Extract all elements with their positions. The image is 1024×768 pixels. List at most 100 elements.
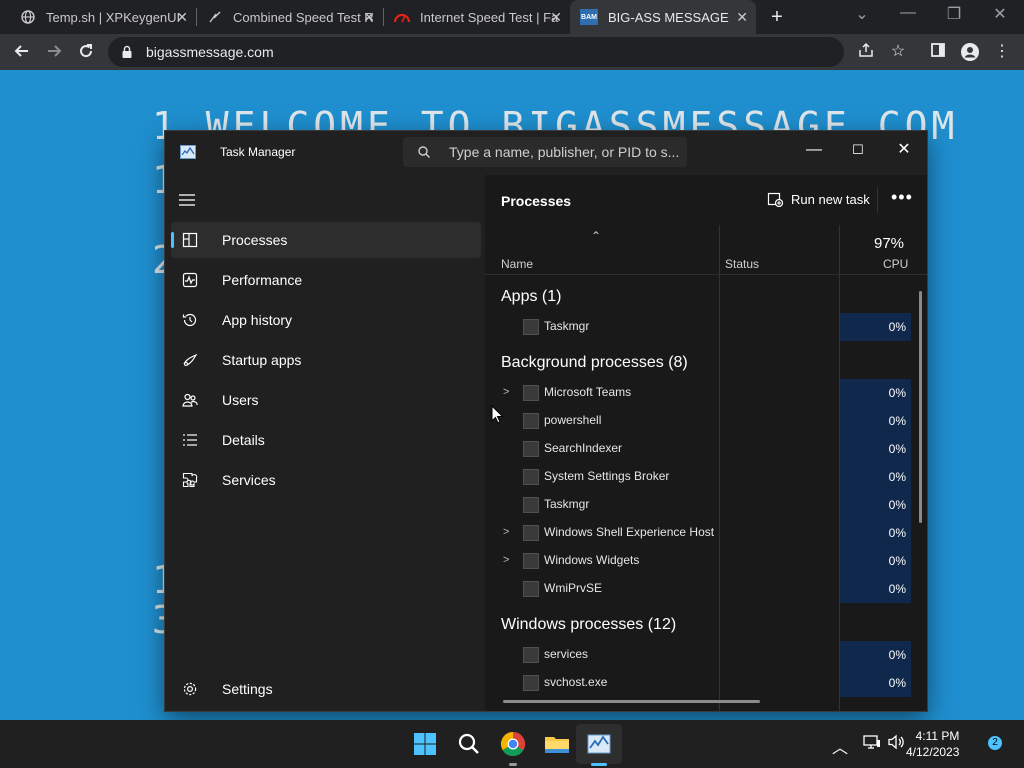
browser-restore-button[interactable]: ❐ bbox=[934, 4, 974, 24]
column-header-status[interactable]: Status bbox=[725, 257, 759, 271]
nav-item-startup-apps[interactable]: Startup apps bbox=[171, 342, 481, 378]
search-placeholder: Type a name, publisher, or PID to s... bbox=[449, 144, 680, 160]
running-indicator bbox=[509, 763, 517, 766]
table-row[interactable]: > Microsoft Teams 0% bbox=[485, 379, 927, 407]
tab-search-chevron-icon[interactable]: ⌄ bbox=[842, 4, 882, 24]
reload-icon[interactable] bbox=[76, 42, 96, 62]
file-explorer-icon[interactable] bbox=[543, 730, 571, 758]
group-header-windows[interactable]: Windows processes (12) bbox=[501, 616, 676, 634]
nav-item-performance[interactable]: Performance bbox=[171, 262, 481, 298]
horizontal-scrollbar[interactable] bbox=[503, 700, 760, 703]
task-manager-titlebar: Task Manager Type a name, publisher, or … bbox=[165, 131, 927, 175]
chrome-icon[interactable] bbox=[499, 730, 527, 758]
nav-item-details[interactable]: Details bbox=[171, 422, 481, 458]
group-header-apps[interactable]: Apps (1) bbox=[501, 288, 561, 306]
browser-minimize-button[interactable]: — bbox=[888, 4, 928, 22]
share-icon[interactable] bbox=[856, 42, 876, 62]
bookmark-star-icon[interactable]: ☆ bbox=[888, 42, 908, 62]
table-row[interactable]: WmiPrvSE 0% bbox=[485, 575, 927, 603]
sort-chevron-up-icon[interactable]: ⌃ bbox=[591, 229, 601, 243]
side-panel-icon[interactable] bbox=[928, 42, 948, 62]
group-header-background[interactable]: Background processes (8) bbox=[501, 354, 688, 372]
profile-icon[interactable] bbox=[960, 42, 980, 62]
table-row[interactable]: System Settings Broker 0% bbox=[485, 463, 927, 491]
task-manager-app-icon bbox=[180, 145, 196, 159]
chevron-up-icon[interactable]: ︿ bbox=[832, 734, 848, 758]
lock-icon bbox=[122, 45, 132, 58]
cpu-cell: 0% bbox=[840, 669, 911, 697]
processes-icon bbox=[181, 231, 199, 249]
cpu-cell: 0% bbox=[840, 575, 911, 603]
search-icon bbox=[418, 146, 430, 158]
forward-arrow-icon[interactable] bbox=[44, 42, 64, 62]
nav-item-users[interactable]: Users bbox=[171, 382, 481, 418]
new-tab-button[interactable]: + bbox=[766, 6, 788, 29]
nav-item-settings[interactable]: Settings bbox=[171, 671, 481, 707]
process-icon bbox=[523, 413, 539, 429]
cpu-cell: 0% bbox=[840, 491, 911, 519]
menu-kebab-icon[interactable]: ⋮ bbox=[992, 42, 1012, 62]
process-name: SearchIndexer bbox=[544, 441, 623, 455]
tab-title: Combined Speed Test R bbox=[233, 9, 373, 25]
search-icon[interactable] bbox=[455, 730, 483, 758]
process-icon bbox=[523, 553, 539, 569]
table-row[interactable]: svchost.exe 0% bbox=[485, 669, 927, 697]
vertical-scrollbar[interactable] bbox=[919, 291, 922, 523]
notification-badge[interactable]: 2 bbox=[988, 736, 1002, 750]
back-arrow-icon[interactable] bbox=[12, 42, 32, 62]
windows-start-icon[interactable] bbox=[411, 730, 439, 758]
column-header-cpu[interactable]: CPU bbox=[883, 257, 908, 271]
table-row[interactable]: > Windows Widgets 0% bbox=[485, 547, 927, 575]
browser-close-button[interactable]: ✕ bbox=[980, 4, 1020, 24]
nav-item-services[interactable]: Services bbox=[171, 462, 481, 498]
tab-big-ass-message[interactable]: BAM BIG-ASS MESSAGE ✕ bbox=[570, 0, 756, 34]
volume-icon[interactable] bbox=[888, 734, 906, 750]
tab-combined-speed-test[interactable]: Combined Speed Test R ✕ bbox=[197, 0, 383, 34]
mouse-cursor-icon bbox=[491, 405, 504, 424]
nav-item-label: Startup apps bbox=[222, 352, 302, 368]
divider bbox=[877, 187, 878, 213]
table-row[interactable]: powershell 0% bbox=[485, 407, 927, 435]
hamburger-menu-icon[interactable] bbox=[179, 193, 197, 207]
tab-temp-sh[interactable]: Temp.sh | XPKeygenUI ✕ bbox=[0, 0, 196, 34]
process-icon bbox=[523, 647, 539, 663]
table-row[interactable]: > Windows Shell Experience Host 0% bbox=[485, 519, 927, 547]
maximize-button[interactable]: ☐ bbox=[838, 137, 878, 163]
table-row[interactable]: SearchIndexer 0% bbox=[485, 435, 927, 463]
minimize-button[interactable]: — bbox=[794, 137, 834, 163]
table-row[interactable]: Taskmgr 0% bbox=[485, 313, 927, 341]
nav-item-label: Details bbox=[222, 432, 265, 448]
process-name: WmiPrvSE bbox=[544, 581, 602, 595]
process-icon bbox=[523, 385, 539, 401]
run-new-task-button[interactable]: Run new task bbox=[767, 191, 870, 207]
search-input[interactable]: Type a name, publisher, or PID to s... bbox=[403, 137, 687, 167]
table-row[interactable]: Taskmgr 0% bbox=[485, 491, 927, 519]
close-icon[interactable]: ✕ bbox=[736, 9, 748, 26]
close-icon[interactable]: ✕ bbox=[363, 9, 375, 26]
process-name: Windows Widgets bbox=[544, 553, 640, 567]
nav-item-app-history[interactable]: App history bbox=[171, 302, 481, 338]
table-row[interactable]: services 0% bbox=[485, 641, 927, 669]
tab-internet-speed-test[interactable]: Internet Speed Test | Fa ✕ bbox=[384, 0, 570, 34]
active-indicator bbox=[591, 763, 607, 766]
cpu-cell: 0% bbox=[840, 463, 911, 491]
chevron-right-icon[interactable]: > bbox=[503, 386, 509, 398]
nav-item-processes[interactable]: Processes bbox=[171, 222, 481, 258]
system-clock[interactable]: 4:11 PM 4/12/2023 bbox=[906, 728, 959, 760]
chevron-right-icon[interactable]: > bbox=[503, 526, 509, 538]
task-manager-icon[interactable] bbox=[585, 730, 613, 758]
chevron-right-icon[interactable]: > bbox=[503, 554, 509, 566]
column-header-name[interactable]: Name bbox=[501, 257, 533, 271]
address-bar[interactable]: bigassmessage.com bbox=[108, 37, 844, 67]
cpu-cell: 0% bbox=[840, 641, 911, 669]
close-icon[interactable]: ✕ bbox=[550, 9, 562, 26]
network-icon[interactable] bbox=[863, 734, 881, 750]
process-icon bbox=[523, 319, 539, 335]
process-name: Taskmgr bbox=[544, 319, 590, 333]
tab-title: BIG-ASS MESSAGE bbox=[608, 9, 729, 25]
close-button[interactable]: ✕ bbox=[884, 137, 924, 163]
close-icon[interactable]: ✕ bbox=[176, 9, 188, 26]
more-options-icon[interactable]: ••• bbox=[891, 187, 913, 208]
gear-icon bbox=[181, 680, 199, 698]
process-name: svchost.exe bbox=[544, 675, 608, 689]
